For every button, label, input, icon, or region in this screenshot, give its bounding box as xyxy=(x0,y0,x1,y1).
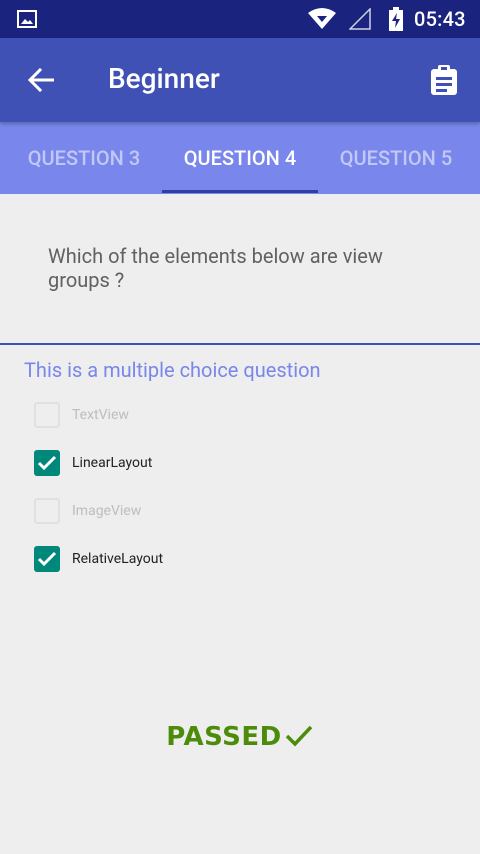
checkbox-checked[interactable] xyxy=(34,546,60,572)
option-label: LinearLayout xyxy=(72,455,153,471)
status-clock: 05:43 xyxy=(414,7,466,31)
status-bar: 05:43 xyxy=(0,0,480,38)
checkmark-icon xyxy=(284,725,314,755)
option-textview[interactable]: TextView xyxy=(34,401,129,429)
result-text: PASSED xyxy=(166,722,282,752)
check-icon xyxy=(37,551,57,567)
divider xyxy=(0,343,480,345)
option-imageview[interactable]: ImageView xyxy=(34,497,141,525)
tab-indicator xyxy=(162,190,318,193)
checkbox-checked[interactable] xyxy=(34,450,60,476)
checkbox-unchecked[interactable] xyxy=(34,498,60,524)
battery-charging-icon xyxy=(389,7,403,35)
option-label: ImageView xyxy=(72,503,142,519)
option-relativelayout[interactable]: RelativeLayout xyxy=(34,545,163,573)
checkbox-unchecked[interactable] xyxy=(34,402,60,428)
check-icon xyxy=(37,455,57,471)
page-title: Beginner xyxy=(108,62,220,95)
image-notification-icon xyxy=(17,10,37,32)
signal-icon xyxy=(348,7,371,34)
tab-question-5[interactable]: QUESTION 5 xyxy=(318,122,474,194)
clipboard-icon[interactable] xyxy=(430,65,458,99)
option-linearlayout[interactable]: LinearLayout xyxy=(34,449,152,477)
back-arrow-icon[interactable] xyxy=(27,67,55,96)
option-label: RelativeLayout xyxy=(72,551,164,567)
wifi-icon xyxy=(308,8,336,34)
tab-question-4[interactable]: QUESTION 4 xyxy=(162,122,318,194)
question-type-hint: This is a multiple choice question xyxy=(24,358,321,382)
result-status: PASSED xyxy=(0,722,480,755)
app-bar: Beginner xyxy=(0,38,480,122)
tab-question-3[interactable]: QUESTION 3 xyxy=(6,122,162,194)
question-tabs: QUESTION 3 QUESTION 4 QUESTION 5 xyxy=(0,122,480,194)
option-label: TextView xyxy=(72,407,129,423)
question-text: Which of the elements below are view gro… xyxy=(48,244,383,292)
